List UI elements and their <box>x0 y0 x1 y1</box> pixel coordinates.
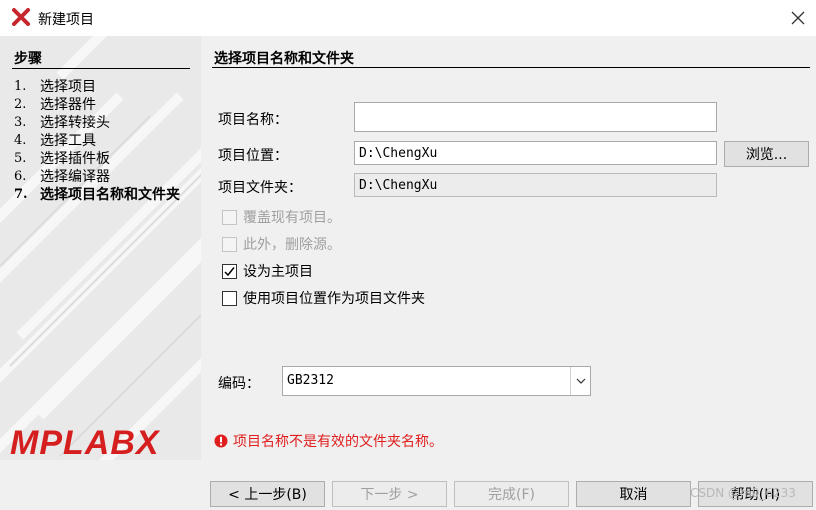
checkbox-label: 使用项目位置作为项目文件夹 <box>243 291 425 307</box>
encoding-selected-value: GB2312 <box>287 373 334 388</box>
back-button[interactable]: < 上一步(B) <box>210 481 325 507</box>
set-main-project-checkbox[interactable]: 设为主项目 <box>222 261 313 281</box>
step-label: 选择项目 <box>40 79 96 95</box>
project-folder-field <box>354 173 717 197</box>
overwrite-existing-checkbox: 覆盖现有项目。 <box>222 207 341 227</box>
finish-button: 完成(F) <box>454 481 569 507</box>
step-item: 5. 选择插件板 <box>14 150 194 168</box>
page-title-divider <box>212 67 810 68</box>
checkbox-label: 覆盖现有项目。 <box>243 210 341 226</box>
close-button[interactable] <box>780 0 816 36</box>
step-label: 选择项目名称和文件夹 <box>40 187 180 203</box>
step-number: 7. <box>14 187 28 202</box>
step-label: 选择插件板 <box>40 151 110 167</box>
mplab-x-app-icon <box>12 8 30 26</box>
step-number: 6. <box>14 169 27 184</box>
error-icon <box>214 434 228 448</box>
browse-button[interactable]: 浏览... <box>724 141 809 167</box>
step-item: 4. 选择工具 <box>14 132 194 150</box>
page-title: 选择项目名称和文件夹 <box>214 51 354 67</box>
step-number: 1. <box>14 79 27 94</box>
steps-list: 1. 选择项目 2. 选择器件 3. 选择转接头 4. 选择工具 5. 选择插件板 6. 选… <box>14 78 194 204</box>
project-folder-label: 项目文件夹： <box>218 180 302 196</box>
checkbox-label: 此外，删除源。 <box>243 237 341 253</box>
watermark: CSDN @m0_6233 <box>690 486 796 500</box>
checkmark-icon <box>224 266 235 276</box>
step-number: 2. <box>14 97 27 112</box>
steps-panel: 步骤 1. 选择项目 2. 选择器件 3. 选择转接头 4. 选择工具 5. 选择插件板 … <box>0 36 201 460</box>
step-item: 3. 选择转接头 <box>14 114 194 132</box>
title-bar: 新建项目 <box>0 0 816 36</box>
project-name-label: 项目名称： <box>218 112 288 128</box>
mplab-x-logo: MPLABX <box>10 424 160 460</box>
validation-error: 项目名称不是有效的文件夹名称。 <box>214 431 443 451</box>
project-name-input[interactable] <box>354 102 717 132</box>
step-label: 选择编译器 <box>40 169 110 185</box>
checkbox-box <box>222 236 237 252</box>
project-location-input[interactable] <box>354 141 717 165</box>
checkbox-label: 设为主项目 <box>243 264 313 280</box>
close-icon <box>791 11 805 25</box>
cancel-button[interactable]: 取消 <box>576 481 691 507</box>
step-number: 5. <box>14 151 27 166</box>
step-label: 选择器件 <box>40 97 96 113</box>
steps-heading: 步骤 <box>14 51 42 67</box>
delete-sources-checkbox: 此外，删除源。 <box>222 234 341 254</box>
next-button: 下一步 > <box>332 481 447 507</box>
project-location-label: 项目位置： <box>218 148 288 164</box>
use-location-as-folder-checkbox[interactable]: 使用项目位置作为项目文件夹 <box>222 288 425 308</box>
step-item: 1. 选择项目 <box>14 78 194 96</box>
step-number: 3. <box>14 115 27 130</box>
encoding-dropdown[interactable]: GB2312 <box>282 366 591 396</box>
checkbox-box <box>222 209 237 225</box>
step-item-current: 7. 选择项目名称和文件夹 <box>14 186 194 204</box>
chevron-down-icon[interactable] <box>570 367 590 395</box>
step-item: 6. 选择编译器 <box>14 168 194 186</box>
window-title: 新建项目 <box>38 12 94 28</box>
step-label: 选择转接头 <box>40 115 110 131</box>
error-message: 项目名称不是有效的文件夹名称。 <box>233 434 443 450</box>
steps-divider <box>12 68 190 69</box>
encoding-label: 编码： <box>218 376 260 392</box>
step-item: 2. 选择器件 <box>14 96 194 114</box>
checkbox-box[interactable] <box>222 263 237 279</box>
step-number: 4. <box>14 133 27 148</box>
step-label: 选择工具 <box>40 133 96 149</box>
checkbox-box[interactable] <box>222 290 237 306</box>
